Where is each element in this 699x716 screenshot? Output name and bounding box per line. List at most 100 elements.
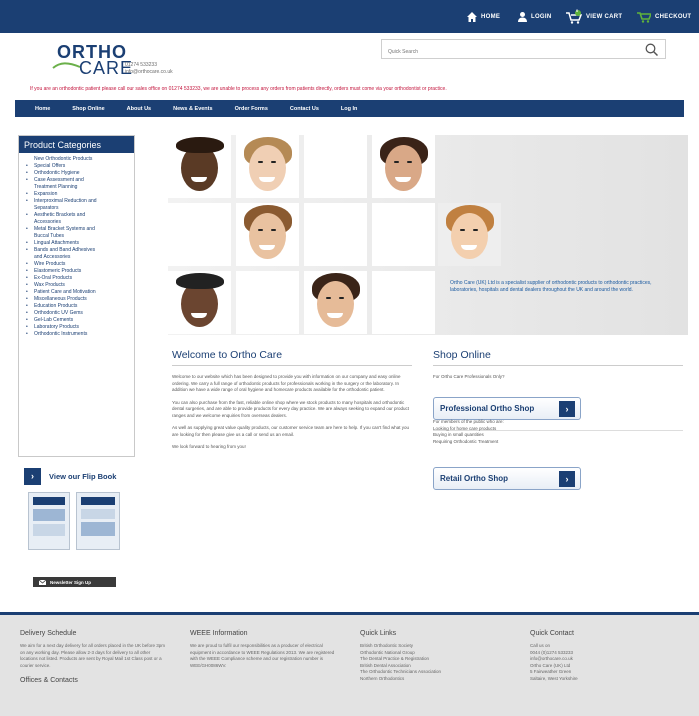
category-item[interactable]: Patient Care and Motivation: [26, 289, 130, 296]
flip-book-cover-2: [76, 492, 120, 550]
cart-icon: [566, 10, 582, 24]
category-item[interactable]: Expansion: [26, 191, 130, 198]
nav-log-in[interactable]: Log In: [341, 106, 358, 112]
footer-offices-title: Offices & Contacts: [20, 677, 78, 684]
portrait-photo: [304, 271, 367, 334]
header-email[interactable]: info@orthocare.co.uk: [125, 69, 173, 76]
category-item[interactable]: Aesthetic Brackets and: [26, 212, 130, 219]
blank-tile: [372, 271, 435, 334]
blank-tile: [372, 203, 435, 266]
category-item[interactable]: Elastomeric Products: [26, 268, 130, 275]
category-item[interactable]: Miscellaneous Products: [26, 296, 130, 303]
flip-book-promo[interactable]: › View our Flip Book: [24, 468, 134, 553]
chevron-right-icon: ›: [559, 401, 575, 417]
flip-book-cover-1: [28, 492, 70, 550]
footer-delivery: Delivery Schedule We aim for a next day …: [20, 630, 165, 684]
blank-tile: [168, 203, 231, 266]
category-item[interactable]: Case Assessment and: [26, 177, 130, 184]
search-box: [381, 39, 666, 61]
portrait-photo: [236, 203, 299, 266]
header-phone: 01274 533233: [125, 62, 157, 68]
category-item[interactable]: Metal Bracket Systems and: [26, 226, 130, 233]
category-item[interactable]: Wax Products: [26, 282, 130, 289]
category-item[interactable]: Wire Products: [26, 261, 130, 268]
header-contact: 01274 533233 info@orthocare.co.uk: [125, 62, 173, 76]
shop-online-title: Shop Online: [433, 349, 683, 366]
footer: Delivery Schedule We aim for a next day …: [0, 612, 699, 716]
nav-news-events[interactable]: News & Events: [173, 106, 212, 112]
retail-intro: For members of the public who are: Looki…: [433, 419, 504, 444]
category-item[interactable]: Ex-Oral Products: [26, 275, 130, 282]
blank-tile: [304, 135, 367, 198]
welcome-paragraph: You can also purchase from the fast, rel…: [172, 399, 410, 418]
welcome-paragraph: We look forward to hearing from you!: [172, 444, 246, 449]
footer-delivery-title: Delivery Schedule: [20, 630, 77, 637]
banner-blurb: Ortho Care (UK) Ltd is a specialist supp…: [450, 280, 652, 293]
mail-icon: [39, 579, 46, 585]
portrait-photo: [438, 203, 501, 266]
nav-order-forms[interactable]: Order Forms: [235, 106, 268, 112]
search-input[interactable]: [382, 43, 622, 61]
category-item[interactable]: Accessories: [31, 219, 130, 226]
login-link[interactable]: LOGIN: [518, 11, 552, 23]
welcome-paragraph: Welcome to our website which has been de…: [172, 374, 401, 392]
category-list: New Orthodontic ProductsSpecial OffersOr…: [19, 153, 134, 338]
blank-tile: [236, 271, 299, 334]
user-icon: [518, 12, 527, 22]
retail-shop-button[interactable]: Retail Ortho Shop ›: [433, 467, 581, 490]
category-item[interactable]: Laboratory Products: [26, 324, 130, 331]
chevron-right-icon: ›: [24, 468, 41, 485]
footer-contact-title: Quick Contact: [530, 630, 574, 637]
shop-online-section: Shop Online For Ortho Care Professionals…: [433, 349, 683, 490]
nav-about-us[interactable]: About Us: [127, 106, 151, 112]
categories-title: Product Categories: [19, 136, 134, 153]
flip-book-title: View our Flip Book: [49, 472, 117, 481]
category-item[interactable]: New Orthodontic Products: [31, 156, 130, 163]
home-link[interactable]: HOME: [467, 11, 500, 23]
footer-quick-links: Quick Links British Orthodontic Society …: [360, 630, 505, 682]
footer-weee: WEEE Information We are proud to fulfil …: [190, 630, 335, 668]
hero-banner: Ortho Care (UK) Ltd is a specialist supp…: [168, 135, 688, 335]
cart-count: 0: [576, 8, 579, 13]
top-bar: HOME LOGIN 0 VIEW CART CHECKOUT: [0, 0, 699, 33]
footer-weee-title: WEEE Information: [190, 630, 248, 637]
pro-shop-intro: For Ortho Care Professionals Only?: [433, 374, 505, 379]
logo-swoosh: [52, 62, 81, 69]
welcome-paragraph: As well as supplying great value quality…: [172, 425, 409, 437]
category-item[interactable]: Treatment Planning: [31, 184, 130, 191]
home-icon: [467, 12, 477, 22]
portrait-photo: [168, 135, 231, 198]
portrait-photo: [372, 135, 435, 198]
footer-quick-contact: Quick Contact Call us on 0044 (0)1274 53…: [530, 630, 675, 682]
checkout-cart-icon: [637, 12, 651, 23]
product-categories: Product Categories New Orthodontic Produ…: [18, 135, 135, 457]
footer-links-title: Quick Links: [360, 630, 397, 637]
category-item[interactable]: Lingual Attachments: [26, 240, 130, 247]
category-item[interactable]: Education Products: [26, 303, 130, 310]
nav-home[interactable]: Home: [35, 106, 50, 112]
category-item[interactable]: Separators: [31, 205, 130, 212]
view-cart-link[interactable]: 0 VIEW CART: [566, 8, 622, 24]
category-item[interactable]: Special Offers: [26, 163, 130, 170]
newsletter-signup-button[interactable]: Newsletter Sign Up: [33, 577, 116, 587]
category-item[interactable]: Buccal Tubes: [31, 233, 130, 240]
professional-shop-button[interactable]: Professional Ortho Shop ›: [433, 397, 581, 420]
category-item[interactable]: and Accessories: [31, 254, 130, 261]
search-icon[interactable]: [645, 43, 658, 56]
category-item[interactable]: Interproximal Reduction and: [26, 198, 130, 205]
category-item[interactable]: Orthodontic Hygiene: [26, 170, 130, 177]
footer-link[interactable]: Northern Orthodontics: [360, 676, 505, 683]
welcome-title: Welcome to Ortho Care: [172, 349, 412, 366]
nav-shop-online[interactable]: Shop Online: [72, 106, 104, 112]
chevron-right-icon: ›: [559, 471, 575, 487]
welcome-section: Welcome to Ortho Care Welcome to our web…: [172, 349, 412, 457]
portrait-photo: [168, 271, 231, 334]
checkout-link[interactable]: CHECKOUT: [637, 11, 691, 23]
category-item[interactable]: Orthodontic Instruments: [26, 331, 130, 338]
portrait-photo: [236, 135, 299, 198]
nav-contact-us[interactable]: Contact Us: [290, 106, 319, 112]
category-item[interactable]: Gel-Lab Cements: [26, 317, 130, 324]
category-item[interactable]: Bands and Band Adhesives: [26, 247, 130, 254]
main-nav: Home Shop Online About Us News & Events …: [15, 100, 684, 117]
category-item[interactable]: Orthodontic UV Gems: [26, 310, 130, 317]
